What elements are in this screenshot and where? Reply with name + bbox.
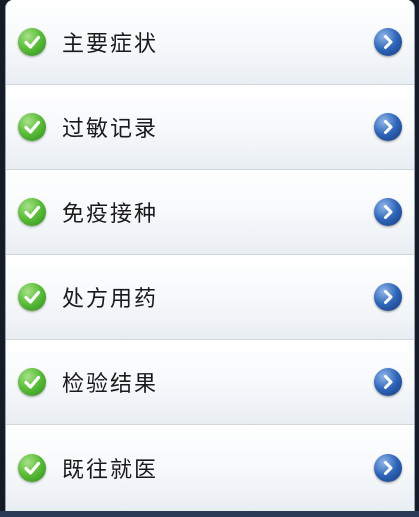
record-menu-list: 主要症状 过敏记录 免疫接种 处方用药 检验结果 既往就医 [5, 0, 415, 511]
menu-item-label: 处方用药 [62, 287, 159, 312]
check-circle-icon [18, 454, 46, 482]
check-circle-icon [18, 28, 46, 56]
bottom-bar [0, 511, 419, 517]
menu-item-label: 既往就医 [62, 458, 159, 483]
menu-item-medical-history[interactable]: 既往就医 [6, 425, 414, 511]
menu-item-main-symptoms[interactable]: 主要症状 [6, 0, 414, 85]
menu-item-label: 检验结果 [62, 372, 159, 397]
check-circle-icon [18, 368, 46, 396]
chevron-right-circle-icon[interactable] [374, 113, 402, 141]
check-circle-icon [18, 198, 46, 226]
chevron-right-circle-icon[interactable] [374, 283, 402, 311]
menu-item-prescriptions[interactable]: 处方用药 [6, 255, 414, 340]
menu-item-label: 主要症状 [62, 32, 159, 57]
screen-frame: 主要症状 过敏记录 免疫接种 处方用药 检验结果 既往就医 [0, 0, 419, 517]
menu-item-allergy-records[interactable]: 过敏记录 [6, 85, 414, 170]
chevron-right-circle-icon[interactable] [374, 454, 402, 482]
chevron-right-circle-icon[interactable] [374, 198, 402, 226]
menu-item-label: 免疫接种 [62, 202, 159, 227]
chevron-right-circle-icon[interactable] [374, 368, 402, 396]
menu-item-label: 过敏记录 [62, 117, 159, 142]
check-circle-icon [18, 113, 46, 141]
check-circle-icon [18, 283, 46, 311]
menu-item-immunization[interactable]: 免疫接种 [6, 170, 414, 255]
menu-item-lab-results[interactable]: 检验结果 [6, 340, 414, 425]
chevron-right-circle-icon[interactable] [374, 28, 402, 56]
